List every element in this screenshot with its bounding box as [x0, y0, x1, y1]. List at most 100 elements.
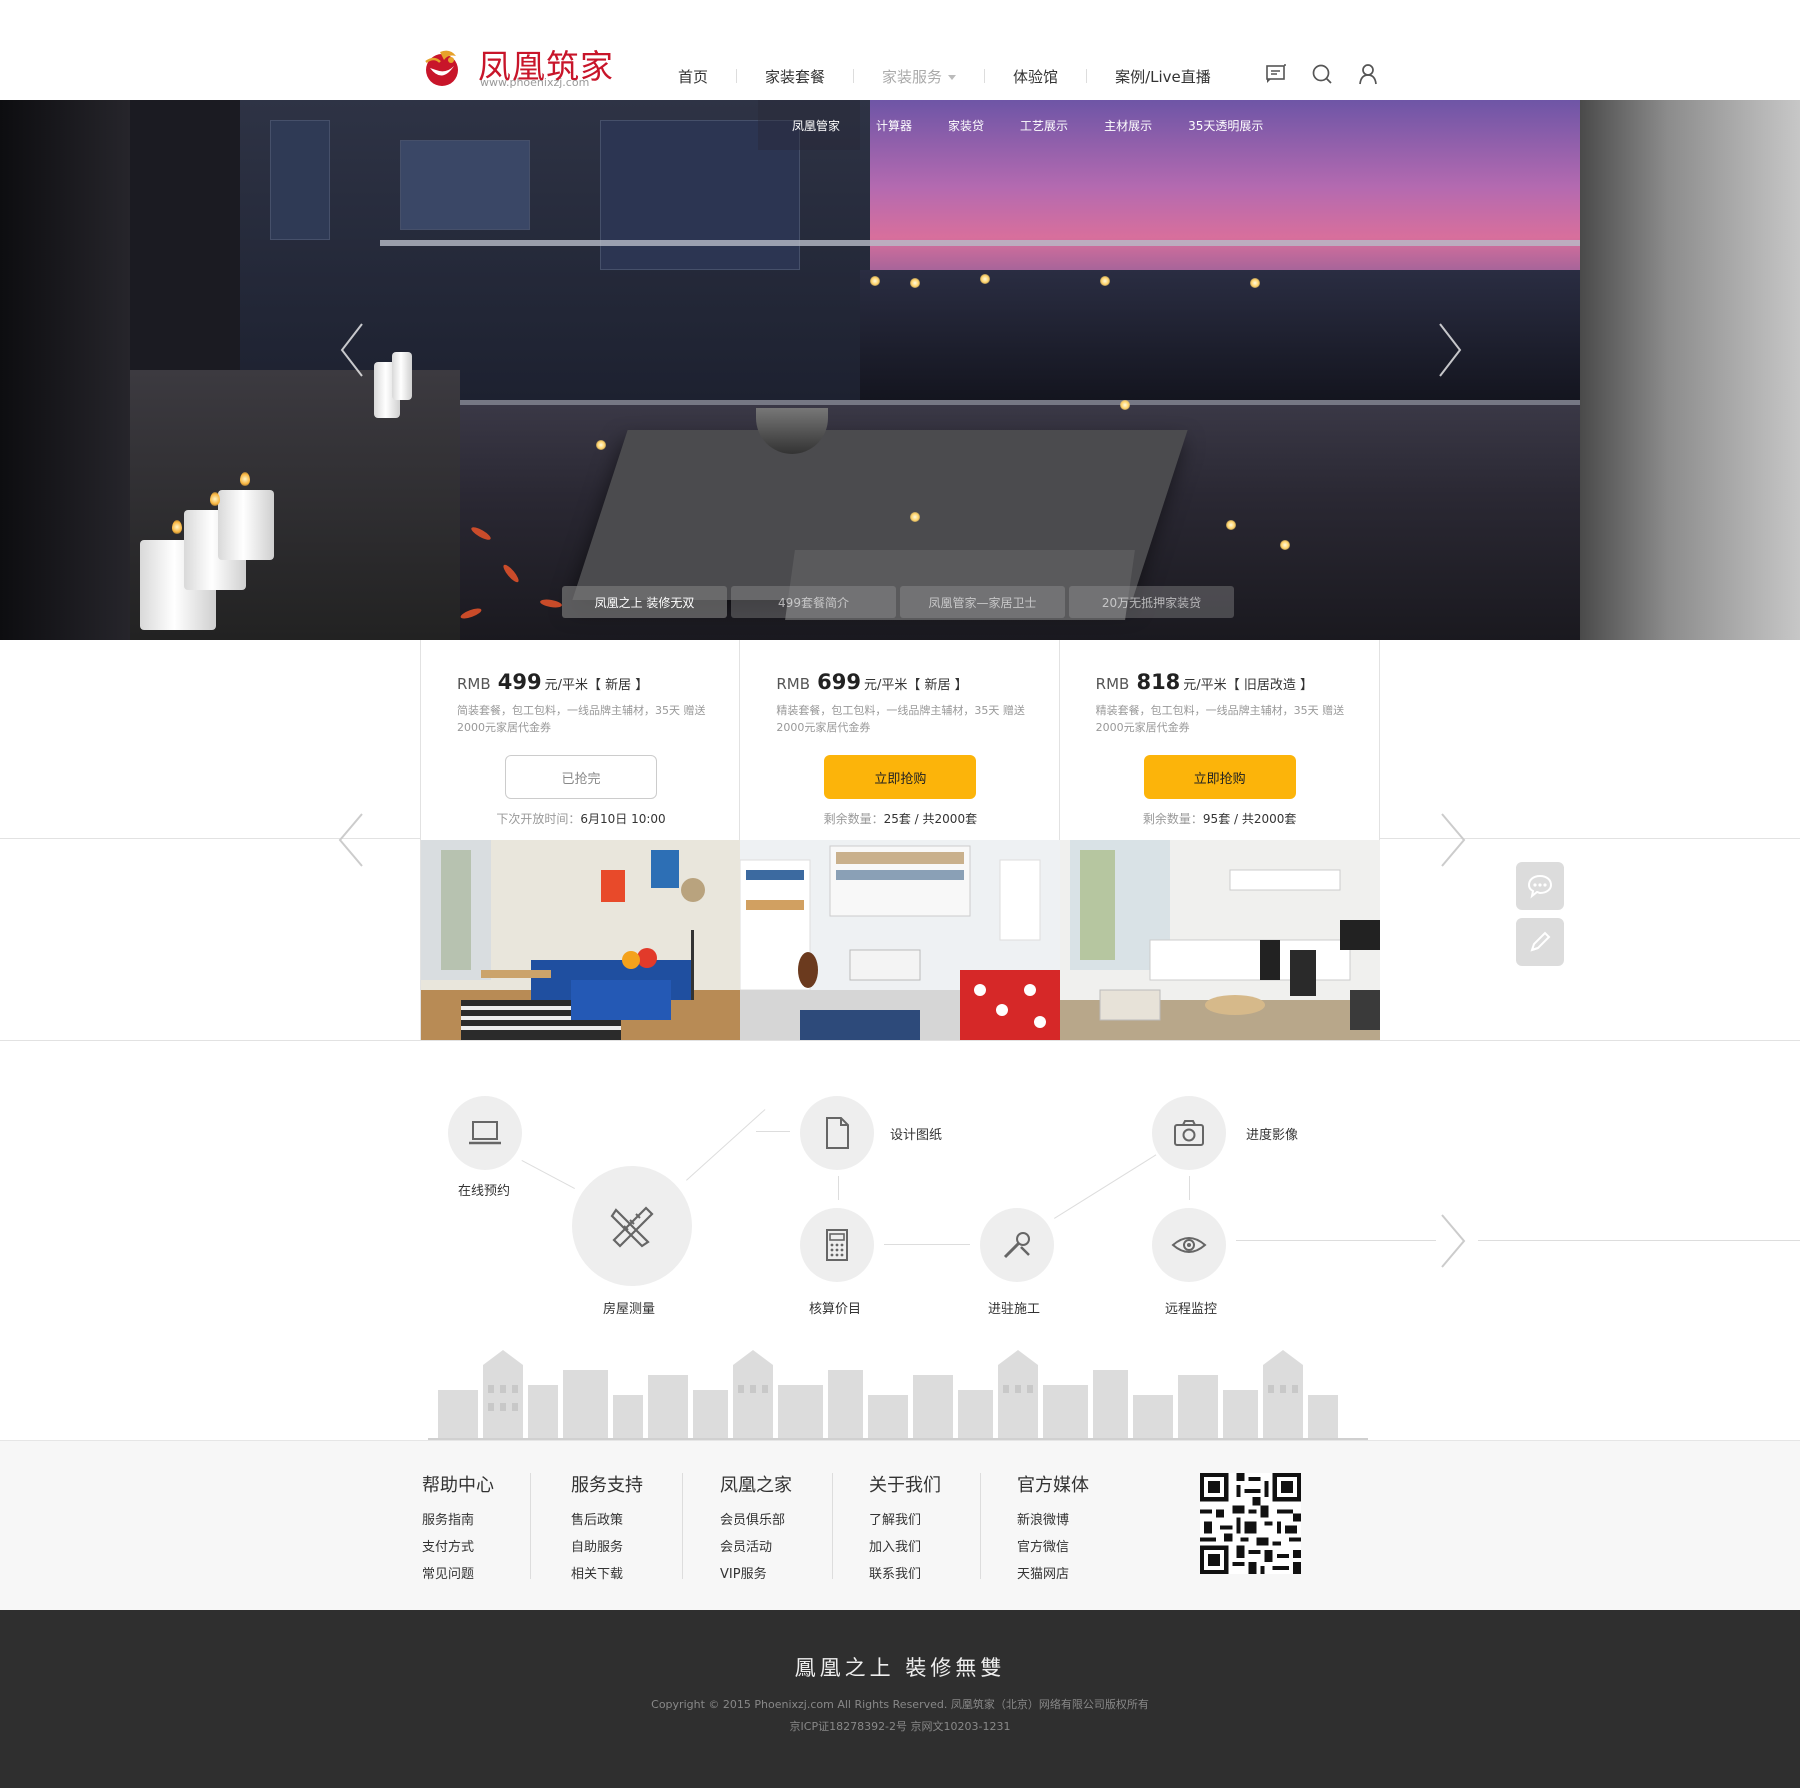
footer-link[interactable]: 支付方式 — [422, 1534, 572, 1561]
process-connector — [1478, 1240, 1800, 1241]
hero-banner[interactable]: 凤凰管家 计算器 家装贷 工艺展示 主材展示 35天透明展示 凤凰之上 装修无双… — [0, 100, 1800, 640]
divider-line — [0, 1040, 1800, 1041]
package-photo[interactable] — [1059, 840, 1380, 1040]
city-skyline-illustration — [428, 1350, 1368, 1440]
water-light — [910, 512, 920, 522]
nav-home[interactable]: 首页 — [650, 66, 736, 87]
step-design-drawing[interactable] — [800, 1096, 874, 1170]
footer-column-title: 官方媒体 — [1017, 1475, 1089, 1496]
water-light — [1280, 540, 1290, 550]
note-label: 剩余数量： — [823, 812, 884, 826]
step-label: 远程监控 — [1165, 1302, 1218, 1317]
hero-frame-left — [0, 100, 130, 640]
phoenix-logo-icon — [425, 50, 458, 86]
footer-link[interactable]: 相关下载 — [571, 1561, 721, 1588]
package-tag: 【 新居 】 — [588, 678, 649, 693]
package-list: RMB 499 元/平米【 新居 】 简装套餐，包工包料，一线品牌主辅材，35天 … — [420, 640, 1380, 1040]
process-connector — [1189, 1176, 1190, 1200]
page: 凤凰筑家 www.phoenixzj.com 首页 家装套餐 家装服务 体验馆 … — [0, 0, 1800, 1788]
qr-code-icon — [1200, 1473, 1301, 1574]
footer-link[interactable]: 新浪微博 — [1017, 1507, 1167, 1534]
footer-column-media: 官方媒体 新浪微博 官方微信 天猫网店 — [1017, 1471, 1167, 1588]
hero-tab-4[interactable]: 20万无抵押家装贷 — [1069, 586, 1234, 618]
hero-next-arrow-icon[interactable] — [1436, 322, 1464, 378]
footer-link[interactable]: 服务指南 — [422, 1507, 572, 1534]
footer-divider — [530, 1473, 531, 1579]
city-light — [870, 276, 880, 286]
footer-link[interactable]: 会员俱乐部 — [720, 1507, 870, 1534]
water-light — [1120, 400, 1130, 410]
subnav-loan[interactable]: 家装贷 — [930, 117, 1002, 134]
step-house-measurement[interactable] — [572, 1166, 692, 1286]
note-value: 25套 / 共2000套 — [883, 812, 978, 826]
subnav-butler[interactable]: 凤凰管家 — [774, 117, 858, 134]
package-price: 818 — [1136, 670, 1181, 694]
message-icon[interactable] — [1264, 62, 1288, 86]
footer-link[interactable]: 会员活动 — [720, 1534, 870, 1561]
nav-showroom[interactable]: 体验馆 — [985, 66, 1086, 87]
package-title: RMB 818 元/平米【 旧居改造 】 — [1096, 670, 1313, 694]
package-note: 剩余数量：95套 / 共2000套 — [1060, 810, 1380, 827]
currency: RMB — [1095, 675, 1130, 693]
step-label: 房屋测量 — [603, 1302, 656, 1317]
nav-services[interactable]: 家装服务 — [854, 66, 984, 87]
chevron-down-icon — [948, 74, 957, 80]
edit-float-button[interactable] — [1516, 918, 1564, 966]
subnav-materials[interactable]: 主材展示 — [1086, 117, 1170, 134]
nav-packages[interactable]: 家装套餐 — [737, 66, 853, 87]
subnav-calculator[interactable]: 计算器 — [858, 117, 930, 134]
user-icon[interactable] — [1356, 62, 1380, 86]
hero-window — [270, 120, 330, 240]
process-next-arrow-icon[interactable] — [1438, 1213, 1468, 1269]
footer-link[interactable]: 常见问题 — [422, 1561, 572, 1588]
subnav-transparent-35[interactable]: 35天透明展示 — [1170, 117, 1281, 134]
nav-cases-live[interactable]: 案例/Live直播 — [1087, 66, 1239, 87]
note-label: 剩余数量： — [1142, 812, 1203, 826]
hero-prev-arrow-icon[interactable] — [338, 322, 366, 378]
step-cost-check[interactable] — [800, 1208, 874, 1282]
footer-divider — [682, 1473, 683, 1579]
packages-next-arrow-icon[interactable] — [1438, 812, 1468, 868]
eye-icon — [1171, 1237, 1207, 1253]
hero-tab-1[interactable]: 凤凰之上 装修无双 — [562, 586, 727, 618]
hero-tab-3[interactable]: 凤凰管家—家居卫士 — [900, 586, 1065, 618]
package-photo[interactable] — [740, 840, 1061, 1040]
package-photo[interactable] — [421, 840, 741, 1040]
footer-slogan: 鳳凰之上 裝修無雙 — [794, 1656, 1006, 1680]
search-icon[interactable] — [1310, 62, 1334, 86]
packages-prev-arrow-icon[interactable] — [336, 812, 366, 868]
step-label: 设计图纸 — [890, 1128, 943, 1143]
process-connector — [838, 1176, 839, 1200]
hero-city — [860, 270, 1580, 410]
buy-now-button[interactable]: 立即抢购 — [824, 755, 977, 799]
buy-now-button[interactable]: 立即抢购 — [1143, 755, 1296, 799]
footer-link[interactable]: VIP服务 — [720, 1561, 870, 1588]
hero-tab-2[interactable]: 499套餐简介 — [731, 586, 896, 618]
header-tools — [1264, 62, 1380, 86]
city-light — [1250, 278, 1260, 288]
subnav-craft[interactable]: 工艺展示 — [1002, 117, 1086, 134]
footer-column-title: 凤凰之家 — [720, 1475, 792, 1496]
step-remote-monitoring[interactable] — [1152, 1208, 1226, 1282]
package-description: 精装套餐，包工包料，一线品牌主辅材，35天 赠送2000元家居代金券 — [1095, 704, 1345, 734]
step-progress-photos[interactable] — [1152, 1096, 1226, 1170]
sold-out-button[interactable]: 已抢完 — [505, 755, 657, 799]
logo[interactable]: 凤凰筑家 www.phoenixzj.com — [420, 40, 613, 92]
ruler-pencil-icon — [610, 1206, 654, 1248]
chat-float-button[interactable] — [1516, 862, 1564, 910]
water-light — [596, 440, 606, 450]
note-value: 95套 / 共2000套 — [1202, 812, 1297, 826]
pencil-icon — [1530, 931, 1551, 952]
footer-link[interactable]: 官方微信 — [1017, 1534, 1167, 1561]
footer-link[interactable]: 自助服务 — [571, 1534, 721, 1561]
water-light — [1226, 520, 1236, 530]
footer-link[interactable]: 售后政策 — [571, 1507, 721, 1534]
package-tag: 【 旧居改造 】 — [1226, 678, 1313, 693]
package-note: 剩余数量：25套 / 共2000套 — [740, 810, 1060, 827]
step-online-booking[interactable] — [448, 1096, 522, 1170]
footer-link[interactable]: 了解我们 — [869, 1507, 1019, 1534]
footer-link[interactable]: 加入我们 — [869, 1534, 1019, 1561]
footer-link[interactable]: 联系我们 — [869, 1561, 1019, 1588]
step-construction[interactable] — [980, 1208, 1054, 1282]
footer-link[interactable]: 天猫网店 — [1017, 1561, 1167, 1588]
